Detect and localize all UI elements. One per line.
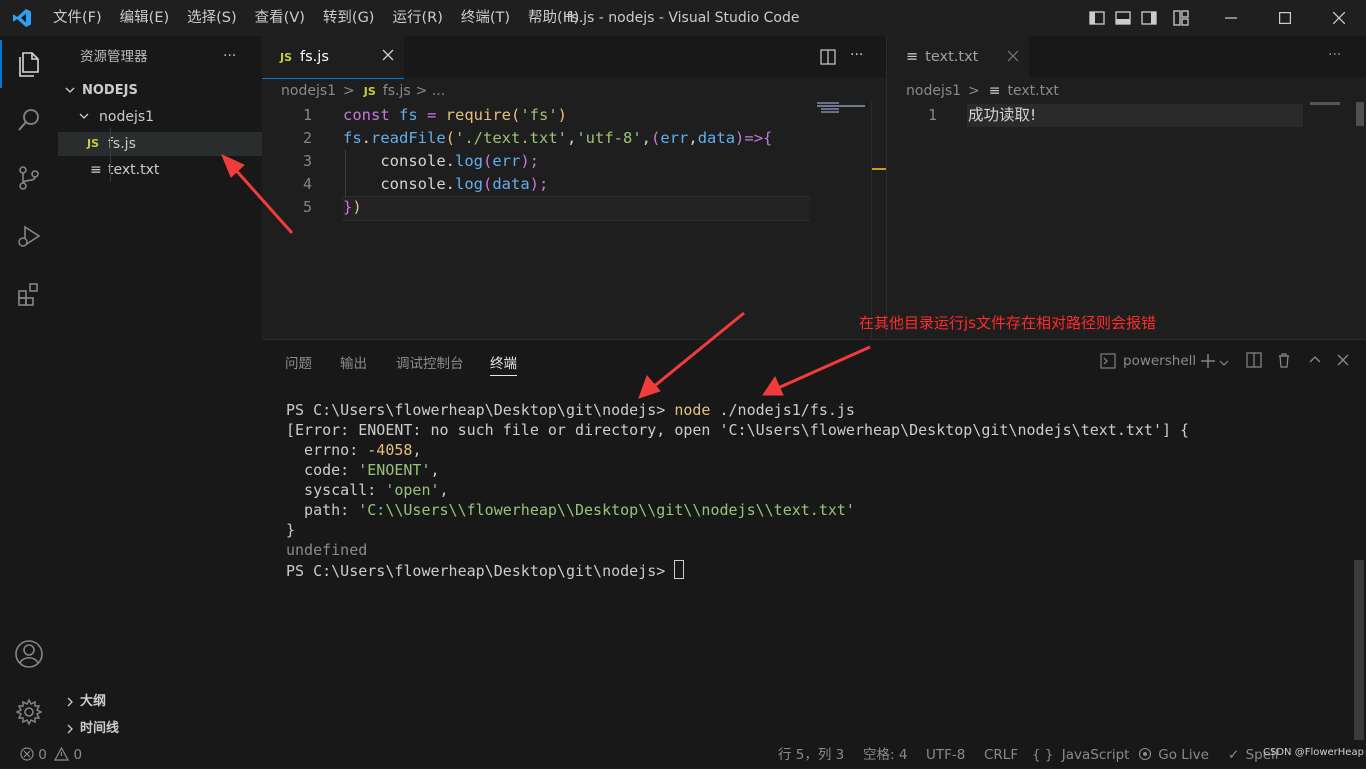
- language-mode[interactable]: { } JavaScript: [1032, 742, 1129, 768]
- check-icon: ✓: [1228, 747, 1240, 763]
- annotation-arrows: [221, 154, 871, 399]
- go-live[interactable]: Go Live: [1138, 742, 1209, 768]
- language-label: JavaScript: [1061, 747, 1130, 763]
- warning-count: 0: [73, 747, 83, 763]
- error-count: 0: [38, 747, 47, 763]
- go-live-label: Go Live: [1158, 747, 1209, 763]
- indentation[interactable]: 空格: 4: [863, 742, 907, 768]
- watermark: CSDN @FlowerHeap: [1263, 747, 1364, 758]
- end-of-line[interactable]: CRLF: [984, 742, 1018, 768]
- status-bar: 0 0 行 5，列 3 空格: 4 UTF-8 CRLF { } JavaScr…: [0, 742, 1366, 768]
- braces-icon: { }: [1032, 747, 1054, 763]
- warning-icon: [54, 746, 70, 761]
- broadcast-icon: [1138, 747, 1152, 761]
- problems-indicator[interactable]: 0 0: [20, 742, 82, 768]
- cursor-position[interactable]: 行 5，列 3: [778, 742, 844, 768]
- encoding[interactable]: UTF-8: [926, 742, 965, 768]
- error-icon: [20, 747, 34, 761]
